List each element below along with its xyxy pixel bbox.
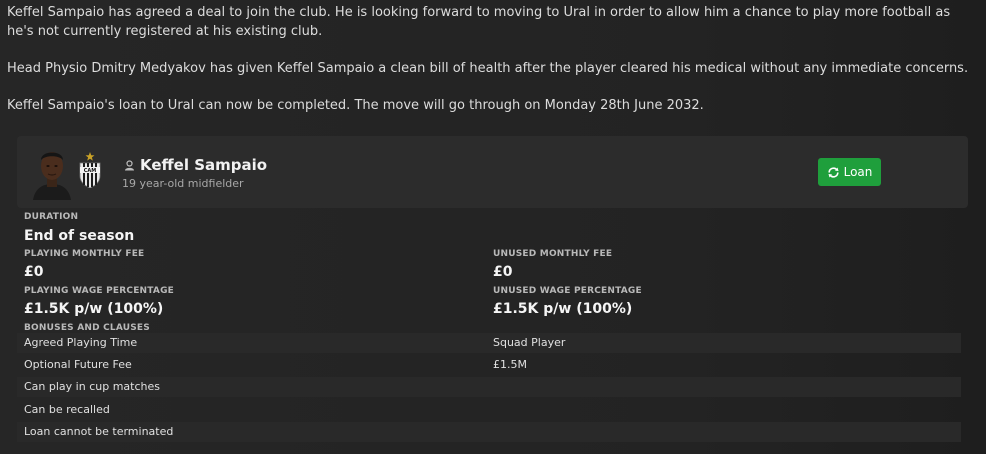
unused-fee-value: £0 — [493, 264, 513, 280]
message-agreed: Keffel Sampaio has agreed a deal to join… — [7, 5, 951, 39]
clause-row: Optional Future Fee £1.5M — [17, 355, 961, 375]
clause-row: Can play in cup matches — [17, 377, 961, 397]
clause-row: Loan cannot be terminated — [17, 422, 961, 442]
player-face-avatar[interactable] — [29, 144, 75, 200]
clause-name: Can play in cup matches — [24, 380, 160, 393]
clause-value: Squad Player — [493, 336, 566, 349]
duration-value: End of season — [24, 228, 135, 244]
playing-wage-label: PLAYING WAGE PERCENTAGE — [24, 286, 175, 296]
message-medical: Head Physio Dmitry Medyakov has given Ke… — [7, 61, 969, 76]
playing-fee-value: £0 — [24, 264, 44, 280]
svg-text:CAM: CAM — [84, 168, 97, 174]
clause-value: £1.5M — [493, 358, 527, 371]
club-crest-icon[interactable]: CAM — [78, 152, 102, 188]
player-card: CAM Keffel Sampaio 19 year-old midfielde… — [17, 136, 968, 208]
message-loan: Keffel Sampaio's loan to Ural can now be… — [7, 98, 704, 113]
loan-button[interactable]: Loan — [818, 158, 881, 186]
playing-wage-value: £1.5K p/w (100%) — [24, 301, 164, 317]
player-name-row[interactable]: Keffel Sampaio — [124, 156, 267, 174]
person-icon — [125, 159, 134, 170]
clause-row: Can be recalled — [17, 400, 961, 420]
clause-name: Can be recalled — [24, 403, 110, 416]
clause-row: Agreed Playing Time Squad Player — [17, 333, 961, 353]
player-name[interactable]: Keffel Sampaio — [140, 156, 267, 174]
unused-wage-value: £1.5K p/w (100%) — [493, 301, 633, 317]
unused-fee-label: UNUSED MONTHLY FEE — [493, 249, 613, 259]
playing-fee-label: PLAYING MONTHLY FEE — [24, 249, 145, 259]
player-description: 19 year-old midfielder — [122, 177, 244, 190]
loan-button-label: Loan — [843, 165, 873, 179]
bonuses-clauses-label: BONUSES AND CLAUSES — [24, 323, 150, 333]
clause-name: Loan cannot be terminated — [24, 425, 174, 438]
unused-wage-label: UNUSED WAGE PERCENTAGE — [493, 286, 642, 296]
clause-name: Agreed Playing Time — [24, 336, 138, 349]
clause-name: Optional Future Fee — [24, 358, 132, 371]
refresh-icon — [828, 166, 839, 178]
duration-label: DURATION — [24, 212, 79, 222]
